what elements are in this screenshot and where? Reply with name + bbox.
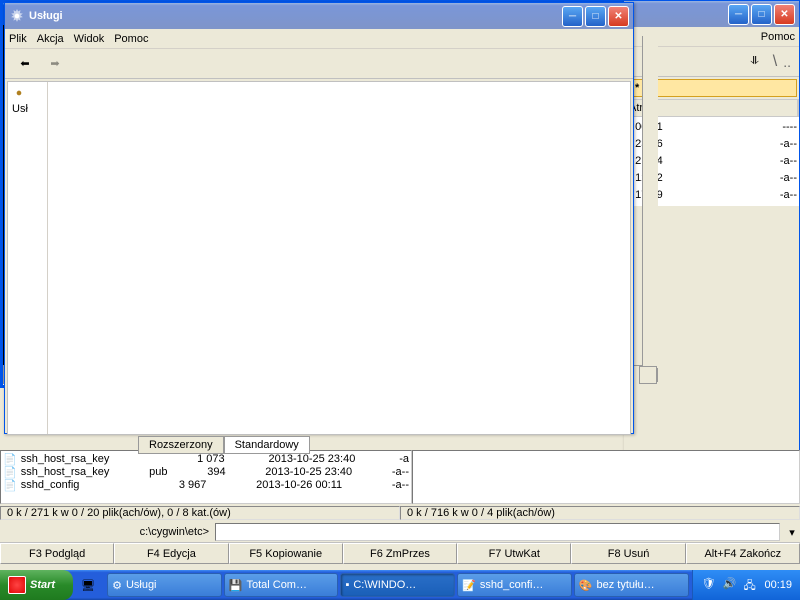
task-beztytulu[interactable]: 🎨bez tytułu…	[574, 573, 689, 597]
menu-pomoc[interactable]: Pomoc	[761, 31, 795, 43]
system-tray[interactable]: 🛡 🔊 🖧 00:19	[692, 570, 800, 600]
totalcommander-area: 📄ssh_host_rsa_key1 0732013-10-25 23:40-a…	[0, 450, 800, 580]
command-row: c:\cygwin\etc> ▾	[0, 522, 800, 542]
tab-standardowy[interactable]: Standardowy	[224, 436, 310, 454]
menu-pomoc[interactable]: Pomoc	[114, 33, 148, 45]
f4-button[interactable]: F4 Edycja	[114, 543, 228, 564]
menu-widok[interactable]: Widok	[74, 33, 105, 45]
command-prompt-label: c:\cygwin\etc>	[0, 526, 215, 538]
start-button[interactable]: Start	[0, 570, 73, 600]
task-cmd[interactable]: ▪C:\WINDO…	[340, 573, 455, 597]
f6-button[interactable]: F6 ZmPrzes	[343, 543, 457, 564]
f5-button[interactable]: F5 Kopiowanie	[229, 543, 343, 564]
file-row: 📄sshd_config3 9672013-10-26 00:11-a--	[3, 479, 409, 492]
status-left: 0 k / 271 k w 0 / 20 plik(ach/ów), 0 / 8…	[0, 506, 400, 520]
task-totalcommander[interactable]: 💾Total Com…	[224, 573, 339, 597]
gear-icon	[9, 8, 25, 24]
bg-titlebar[interactable]: ─ □ ✕	[624, 1, 799, 27]
f3-button[interactable]: F3 Podgląd	[0, 543, 114, 564]
paint-icon: 🎨	[579, 579, 593, 592]
task-buttons: ⚙Usługi 💾Total Com… ▪C:\WINDO… 📝sshd_con…	[103, 573, 692, 597]
tray-shield-icon[interactable]: 🛡	[701, 577, 717, 593]
gear-icon: ⚙	[112, 579, 122, 592]
dropdown-icon[interactable]: ⥥	[743, 50, 767, 74]
menu-plik[interactable]: Plik	[9, 33, 27, 45]
left-file-panel[interactable]: 📄ssh_host_rsa_key1 0732013-10-25 23:40-a…	[0, 450, 412, 504]
menu-akcja[interactable]: Akcja	[37, 33, 64, 45]
show-desktop-icon[interactable]: 🖥	[79, 574, 97, 596]
window-title: Usługi	[29, 10, 562, 22]
scroll-down-icon[interactable]: ▾	[644, 368, 658, 382]
right-file-panel[interactable]	[412, 450, 800, 504]
minimize-button[interactable]: ─	[562, 6, 583, 27]
altf4-button[interactable]: Alt+F4 Zakończ	[686, 543, 800, 564]
services-toolbar: ⬅ ➡	[5, 49, 633, 79]
dropdown-icon[interactable]: ▾	[784, 526, 800, 539]
file-row: 📄ssh_host_rsa_key1 0732013-10-25 23:40-a	[3, 453, 409, 466]
status-right: 0 k / 716 k w 0 / 4 plik(ach/ów)	[400, 506, 800, 520]
notepad-icon: 📝	[462, 579, 476, 592]
services-window: Usługi ─ □ ✕ Plik Akcja Widok Pomoc ⬅ ➡ …	[4, 2, 634, 434]
close-button[interactable]: ✕	[774, 4, 795, 25]
maximize-button[interactable]: □	[751, 4, 772, 25]
taskbar: Start 🖥 ⚙Usługi 💾Total Com… ▪C:\WINDO… 📝…	[0, 570, 800, 600]
forward-icon[interactable]: ➡	[43, 52, 67, 76]
tray-network-icon[interactable]: 🖧	[743, 577, 759, 593]
tab-rozszerzony[interactable]: Rozszerzony	[138, 436, 224, 454]
task-uslugi[interactable]: ⚙Usługi	[107, 573, 222, 597]
vertical-scrollbar[interactable]: ▾	[642, 36, 658, 382]
f8-button[interactable]: F8 Usuń	[571, 543, 685, 564]
file-icon: 📄	[3, 453, 17, 466]
task-sshdconfig[interactable]: 📝sshd_confi…	[457, 573, 572, 597]
sidebar-item[interactable]: Usł	[8, 82, 48, 434]
disk-icon: 💾	[229, 579, 243, 592]
function-keys: F3 Podgląd F4 Edycja F5 Kopiowanie F6 Zm…	[0, 542, 800, 564]
tray-volume-icon[interactable]: 🔊	[722, 577, 738, 593]
minimize-button[interactable]: ─	[728, 4, 749, 25]
command-input[interactable]	[215, 523, 780, 541]
status-bar: 0 k / 271 k w 0 / 20 plik(ach/ów), 0 / 8…	[0, 504, 800, 522]
services-content: Usł Rozszerzony Standardowy	[7, 81, 631, 435]
services-titlebar[interactable]: Usługi ─ □ ✕	[5, 3, 633, 29]
file-icon: 📄	[3, 479, 17, 492]
services-menubar: Plik Akcja Widok Pomoc	[5, 29, 633, 49]
close-button[interactable]: ✕	[608, 6, 629, 27]
file-icon: 📄	[3, 466, 17, 479]
back-icon[interactable]: ⬅	[13, 52, 37, 76]
clock[interactable]: 00:19	[764, 579, 792, 591]
quick-launch: 🖥	[73, 574, 103, 596]
file-row: 📄ssh_host_rsa_keypub3942013-10-25 23:40-…	[3, 466, 409, 479]
f7-button[interactable]: F7 UtwKat	[457, 543, 571, 564]
maximize-button[interactable]: □	[585, 6, 606, 27]
cmd-icon: ▪	[345, 579, 349, 591]
